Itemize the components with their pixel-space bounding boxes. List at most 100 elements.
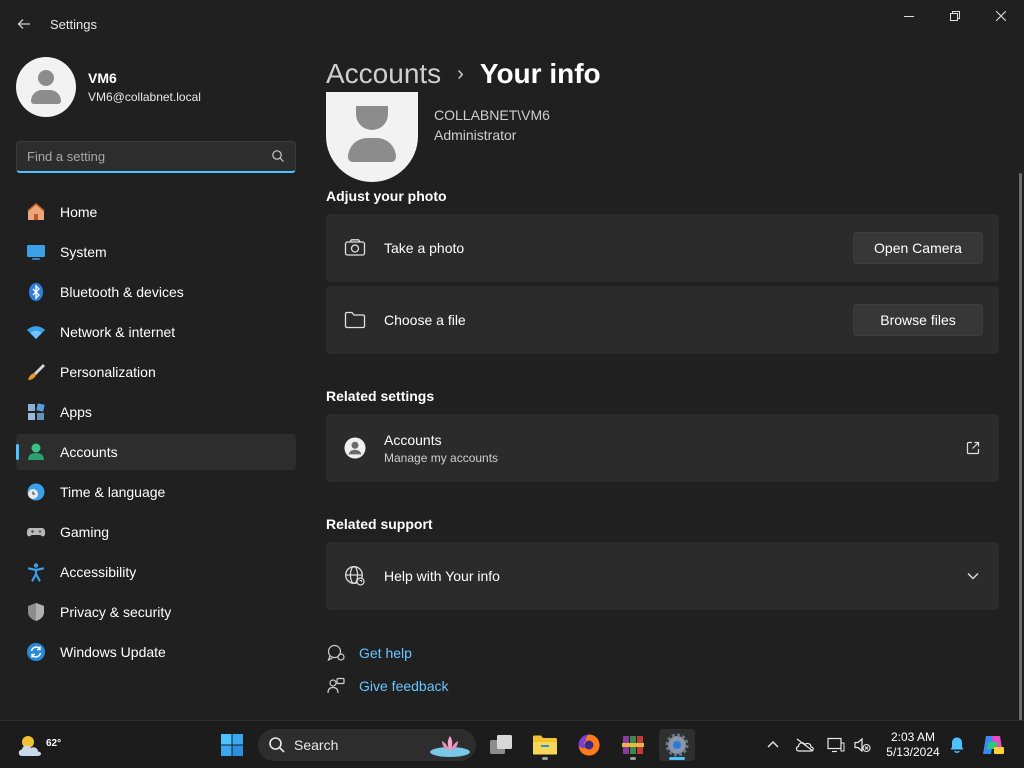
main-content: COLLABNET\VM6 Administrator Accounts › Y…: [310, 48, 1024, 758]
settings-app-button[interactable]: [659, 729, 695, 761]
taskbar-search-icon: [269, 737, 285, 753]
profile-email: VM6@collabnet.local: [88, 90, 201, 104]
firefox-icon: [578, 734, 600, 756]
sidebar-item-apps[interactable]: Apps: [16, 394, 296, 430]
give-feedback-link[interactable]: Give feedback: [326, 676, 449, 696]
notifications-button[interactable]: [946, 721, 968, 768]
chevron-up-icon: [767, 741, 779, 748]
close-button[interactable]: [978, 0, 1024, 32]
sidebar-item-label: Home: [60, 204, 98, 220]
monitor-icon: [26, 242, 46, 262]
sidebar-item-label: Accounts: [60, 444, 118, 460]
sidebar-item-label: Bluetooth & devices: [60, 284, 184, 300]
volume-button[interactable]: [850, 721, 874, 768]
update-icon: [26, 642, 46, 662]
account-details: COLLABNET\VM6 Administrator: [434, 105, 550, 145]
browse-files-button[interactable]: Browse files: [853, 304, 983, 336]
back-button[interactable]: [10, 10, 38, 38]
avatar: [16, 57, 76, 117]
show-hidden-icons-button[interactable]: [762, 721, 784, 768]
firefox-button[interactable]: [571, 729, 607, 761]
help-your-info-card[interactable]: Help with Your info: [326, 542, 999, 610]
accounts-related-sublabel: Manage my accounts: [384, 450, 499, 465]
sidebar-item-accounts[interactable]: Accounts: [16, 434, 296, 470]
breadcrumb-parent[interactable]: Accounts: [326, 58, 441, 90]
breadcrumb-separator: ›: [457, 62, 464, 85]
camera-icon: [344, 237, 366, 259]
sidebar-item-label: Accessibility: [60, 564, 137, 580]
user-profile[interactable]: VM6 VM6@collabnet.local: [16, 57, 201, 117]
clock-date: 5/13/2024: [886, 745, 940, 759]
sidebar-item-network[interactable]: Network & internet: [16, 314, 296, 350]
search-box[interactable]: [16, 141, 296, 173]
choose-file-card: Choose a file Browse files: [326, 286, 999, 354]
choose-file-label: Choose a file: [384, 312, 466, 328]
sidebar-item-gaming[interactable]: Gaming: [16, 514, 296, 550]
help-chat-icon: [326, 643, 346, 663]
sidebar-item-label: Time & language: [60, 484, 166, 500]
close-icon: [996, 11, 1006, 21]
file-explorer-button[interactable]: [527, 729, 563, 761]
sidebar-item-label: Windows Update: [60, 644, 166, 660]
task-view-icon: [490, 735, 512, 754]
weather-widget[interactable]: 62°: [16, 730, 61, 760]
search-input[interactable]: [17, 149, 257, 164]
window-controls: [886, 0, 1024, 32]
domain-user: COLLABNET\VM6: [434, 107, 550, 123]
sidebar-item-label: Gaming: [60, 524, 110, 540]
app-title: Settings: [50, 17, 97, 32]
get-help-link[interactable]: Get help: [326, 643, 412, 663]
accounts-related-card[interactable]: Accounts Manage my accounts: [326, 414, 999, 482]
breadcrumb: Accounts › Your info: [326, 58, 601, 90]
running-indicator: [542, 757, 548, 760]
active-indicator: [669, 757, 685, 760]
chevron-down-icon[interactable]: [963, 566, 983, 586]
sidebar-item-bluetooth[interactable]: Bluetooth & devices: [16, 274, 296, 310]
clock-time: 2:03 AM: [890, 730, 936, 744]
scrollbar[interactable]: [1019, 173, 1022, 758]
sidebar-item-time-language[interactable]: Time & language: [16, 474, 296, 510]
wifi-icon: [26, 322, 46, 342]
shield-icon: [26, 602, 46, 622]
onedrive-button[interactable]: [792, 721, 818, 768]
sidebar-item-label: System: [60, 244, 107, 260]
network-button[interactable]: [824, 721, 848, 768]
bell-icon: [950, 737, 964, 753]
taskbar-search[interactable]: Search: [258, 729, 476, 761]
restore-button[interactable]: [932, 0, 978, 32]
get-help-text[interactable]: Get help: [359, 645, 412, 661]
account-role: Administrator: [434, 127, 517, 143]
sidebar-item-windows-update[interactable]: Windows Update: [16, 634, 296, 670]
sidebar-item-home[interactable]: Home: [16, 194, 296, 230]
minimize-button[interactable]: [886, 0, 932, 32]
search-icon[interactable]: [271, 149, 285, 168]
file-explorer-icon: [533, 735, 557, 755]
account-circle-icon: [344, 437, 366, 459]
globe-clock-icon: [26, 482, 46, 502]
task-view-button[interactable]: [483, 729, 519, 761]
sidebar-item-label: Privacy & security: [60, 604, 172, 620]
sidebar-item-personalization[interactable]: Personalization: [16, 354, 296, 390]
help-your-info-label: Help with Your info: [384, 568, 500, 584]
title-bar: Settings: [0, 0, 1024, 48]
clock[interactable]: 2:03 AM 5/13/2024: [880, 730, 946, 760]
copilot-button[interactable]: [978, 721, 1008, 768]
bluetooth-icon: [26, 282, 46, 302]
profile-name: VM6: [88, 70, 117, 86]
sidebar-item-privacy-security[interactable]: Privacy & security: [16, 594, 296, 630]
settings-gear-icon: [665, 733, 689, 757]
winrar-button[interactable]: [615, 729, 651, 761]
give-feedback-text[interactable]: Give feedback: [359, 678, 449, 694]
sidebar-item-label: Personalization: [60, 364, 156, 380]
apps-icon: [26, 402, 46, 422]
sidebar-nav: Home System Bluetooth & devices Network …: [16, 194, 296, 674]
accessibility-icon: [26, 562, 46, 582]
weather-temperature: 62°: [46, 738, 62, 749]
take-photo-card: Take a photo Open Camera: [326, 214, 999, 282]
sidebar-item-system[interactable]: System: [16, 234, 296, 270]
start-button[interactable]: [214, 729, 250, 761]
person-icon: [26, 442, 46, 462]
windows-logo-icon: [221, 734, 243, 756]
open-camera-button[interactable]: Open Camera: [853, 232, 983, 264]
sidebar-item-accessibility[interactable]: Accessibility: [16, 554, 296, 590]
